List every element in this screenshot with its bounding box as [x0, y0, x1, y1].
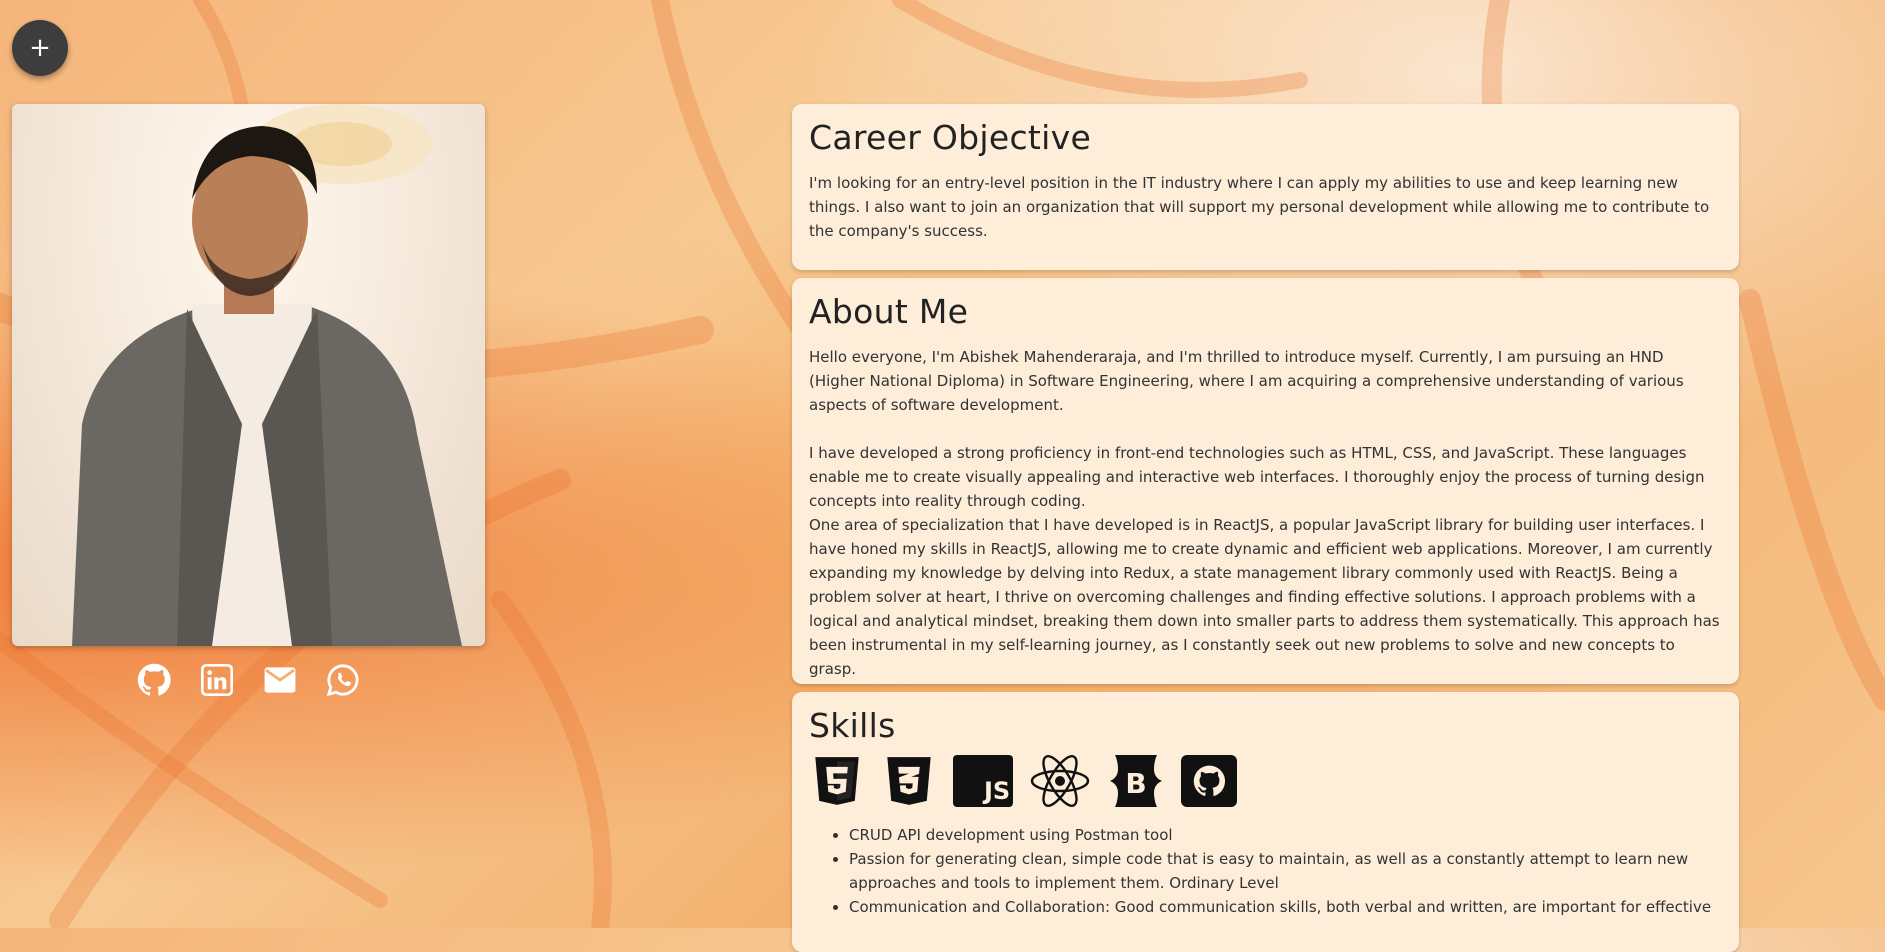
github-icon	[1181, 755, 1237, 807]
whatsapp-icon	[326, 663, 359, 696]
skills-list: CRUD API development using Postman tool …	[809, 823, 1722, 919]
javascript-badge-text: JS	[982, 777, 1010, 805]
html5-icon	[809, 755, 865, 807]
email-icon	[264, 666, 296, 693]
bootstrap-icon: B	[1107, 755, 1165, 807]
list-item: Passion for generating clean, simple cod…	[849, 847, 1722, 895]
career-objective-card: Career Objective I'm looking for an entr…	[792, 104, 1739, 270]
skills-card: Skills JS B CRUD API development using P…	[792, 692, 1739, 952]
about-me-title: About Me	[809, 292, 969, 331]
css3-icon	[881, 755, 937, 807]
about-paragraph-2: I have developed a strong proficiency in…	[809, 444, 1705, 510]
social-links	[0, 662, 497, 697]
list-item: Communication and Collaboration: Good co…	[849, 895, 1722, 919]
person-portrait	[72, 104, 462, 646]
email-link[interactable]	[263, 662, 298, 697]
career-objective-text: I'm looking for an entry-level position …	[809, 174, 1710, 240]
skills-title: Skills	[809, 706, 896, 745]
profile-photo	[12, 104, 485, 646]
list-item: CRUD API development using Postman tool	[849, 823, 1722, 847]
linkedin-icon	[201, 663, 233, 696]
add-fab-button[interactable]: +	[12, 20, 68, 76]
skill-icons-row: JS B	[809, 755, 1722, 807]
career-objective-title: Career Objective	[809, 118, 1092, 157]
javascript-icon: JS	[953, 755, 1013, 807]
plus-icon: +	[29, 33, 51, 63]
github-link[interactable]	[137, 662, 172, 697]
react-icon	[1029, 755, 1091, 807]
about-paragraph-1: Hello everyone, I'm Abishek Mahenderaraj…	[809, 348, 1684, 414]
linkedin-link[interactable]	[200, 662, 235, 697]
about-me-card: About Me Hello everyone, I'm Abishek Mah…	[792, 278, 1739, 684]
github-icon	[137, 663, 171, 695]
whatsapp-link[interactable]	[326, 662, 361, 697]
about-paragraph-3: One area of specialization that I have d…	[809, 516, 1720, 678]
bootstrap-badge-text: B	[1125, 767, 1146, 800]
